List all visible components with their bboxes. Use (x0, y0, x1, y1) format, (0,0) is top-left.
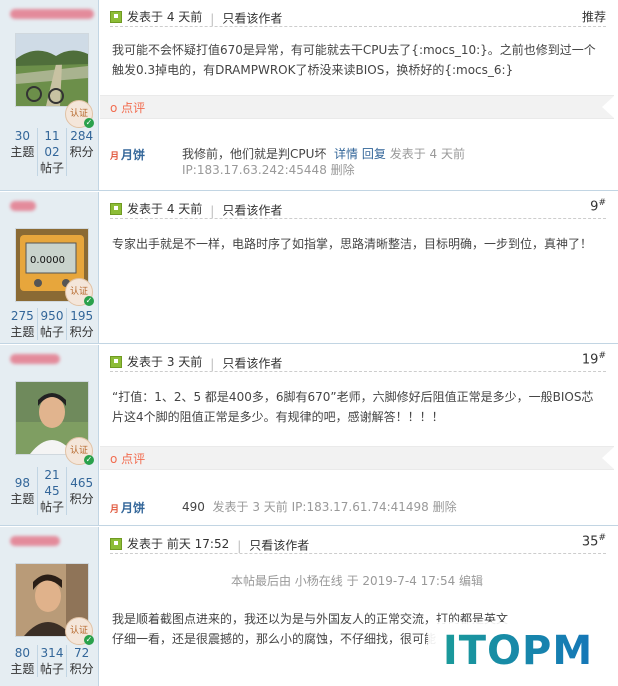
post-status-icon (110, 537, 122, 550)
stat-points[interactable]: 465 积分 (66, 467, 96, 515)
rate-bar: 点评 (100, 446, 614, 470)
stat-posts[interactable]: 950 帖子 (36, 308, 67, 340)
stat-threads[interactable]: 98 主题 (8, 467, 37, 515)
post-time: 发表于 前天 17:52 (110, 535, 229, 552)
post-content: 专家出手就是不一样，电路时序了如指掌，思路清晰整洁，目标明确，一步到位，真神了！ (112, 237, 593, 251)
header-divider (110, 371, 606, 372)
comment-meta: 发表于 3 天前 IP:183.17.61.74:41498 (212, 500, 429, 514)
post-header: 发表于 4 天前 | 只看该作者 推荐 (110, 8, 606, 26)
author-sidebar: 认证 ✓ 30 主题 1102 帖子 284 积分 (0, 0, 99, 190)
verified-badge-icon: 认证 ✓ (65, 437, 94, 465)
author-stats: 80 主题 314 帖子 72 积分 (8, 645, 96, 677)
post-3: 认证 ✓ 98 主题 2145 帖子 465 积分 发表于 3 天前 | 只看该作者… (0, 345, 618, 525)
avatar[interactable] (15, 33, 89, 107)
verified-badge-icon: 认证 ✓ (65, 617, 94, 645)
rate-link[interactable]: 点评 (110, 450, 145, 467)
stat-threads[interactable]: 30 主题 (8, 128, 37, 176)
verified-badge-icon: 认证 ✓ (65, 100, 94, 128)
stat-posts[interactable]: 2145 帖子 (36, 467, 67, 515)
stat-threads[interactable]: 275 主题 (8, 308, 37, 340)
author-stats: 30 主题 1102 帖子 284 积分 (8, 128, 96, 176)
stat-points[interactable]: 284 积分 (66, 128, 96, 176)
header-divider (110, 553, 606, 554)
edit-note: 本帖最后由 小杨在线 于 2019-7-4 17:54 编辑 (230, 574, 484, 588)
post-2: 0.0000 认证 ✓ 275 主题 950 帖子 195 积分 发表于 4 天… (0, 192, 618, 343)
author-stats: 98 主题 2145 帖子 465 积分 (8, 467, 96, 515)
verified-badge-icon: 认证 ✓ (65, 278, 94, 306)
meter-readout: 0.0000 (30, 255, 65, 266)
comment-user[interactable]: 月月饼 (110, 499, 145, 516)
post-status-icon (110, 202, 122, 215)
comment-reply-link[interactable]: 回复 (362, 147, 386, 161)
post-header: 发表于 4 天前 | 只看该作者 9# (110, 198, 606, 218)
author-only-link[interactable]: 只看该作者 (249, 539, 309, 553)
author-name-blurred[interactable] (10, 8, 96, 20)
post-content: 我可能不会怀疑打值670是异常，有可能就去干CPU去了{:mocs_10:}。之… (112, 43, 596, 77)
stat-points[interactable]: 72 积分 (66, 645, 96, 677)
author-name-blurred[interactable] (10, 200, 96, 212)
post-status-icon (110, 355, 122, 368)
post-status-icon (110, 10, 122, 23)
stat-posts[interactable]: 314 帖子 (36, 645, 67, 677)
floor-number[interactable]: 35# (582, 533, 606, 549)
author-sidebar: 0.0000 认证 ✓ 275 主题 950 帖子 195 积分 (0, 192, 99, 343)
comment-delete-link[interactable]: 删除 (433, 500, 457, 514)
post-main: 发表于 4 天前 | 只看该作者 9# 专家出手就是不一样，电路时序了如指掌，思路… (100, 192, 614, 343)
post-content: “打值：1、2、5 都是400多，6脚有670”老师，六脚修好后阻值正常是多少，… (112, 390, 594, 424)
author-name-blurred[interactable] (10, 353, 96, 365)
floor-label[interactable]: 推荐 (582, 8, 606, 25)
post-1: 认证 ✓ 30 主题 1102 帖子 284 积分 发表于 4 天前 | 只看该作者… (0, 0, 618, 190)
comment-detail-link[interactable]: 详情 (334, 147, 358, 161)
comment-text: 490 发表于 3 天前 IP:183.17.61.74:41498 删除 (182, 500, 457, 514)
post-main: 发表于 4 天前 | 只看该作者 推荐 我可能不会怀疑打值670是异常，有可能就去… (100, 0, 614, 190)
rate-bar: 点评 (100, 95, 614, 119)
header-divider (110, 218, 606, 219)
post-time: 发表于 4 天前 (110, 200, 202, 217)
author-stats: 275 主题 950 帖子 195 积分 (8, 308, 96, 340)
comment-user-icon: 月 (110, 152, 120, 162)
comment-user-icon: 月 (110, 505, 120, 515)
author-name-blurred[interactable] (10, 535, 96, 547)
stat-points[interactable]: 195 积分 (66, 308, 96, 340)
comment: 月月饼 我修前，他们就是判CPU坏 详情 回复 发表于 4 天前 IP:183.… (100, 140, 614, 180)
post-separator (0, 343, 618, 344)
author-sidebar: 认证 ✓ 80 主题 314 帖子 72 积分 (0, 527, 99, 686)
rate-link[interactable]: 点评 (110, 99, 145, 116)
header-divider (110, 26, 606, 27)
author-sidebar: 认证 ✓ 98 主题 2145 帖子 465 积分 (0, 345, 99, 525)
floor-number[interactable]: 19# (582, 351, 606, 367)
post-header: 发表于 前天 17:52 | 只看该作者 35# (110, 533, 606, 553)
comment-user[interactable]: 月月饼 (110, 146, 145, 163)
author-only-link[interactable]: 只看该作者 (222, 357, 282, 371)
author-only-link[interactable]: 只看该作者 (222, 12, 282, 26)
post-main: 发表于 3 天前 | 只看该作者 19# “打值：1、2、5 都是400多，6脚有… (100, 345, 614, 525)
watermark-logo: ITOPM (428, 622, 608, 680)
post-time: 发表于 4 天前 (110, 8, 202, 25)
post-separator (0, 525, 618, 526)
stat-posts[interactable]: 1102 帖子 (36, 128, 67, 176)
post-header: 发表于 3 天前 | 只看该作者 19# (110, 351, 606, 371)
floor-number[interactable]: 9# (590, 198, 606, 214)
author-only-link[interactable]: 只看该作者 (222, 204, 282, 218)
stat-threads[interactable]: 80 主题 (8, 645, 37, 677)
post-separator (0, 190, 618, 191)
comment-delete-link[interactable]: 删除 (331, 163, 355, 177)
post-time: 发表于 3 天前 (110, 353, 202, 370)
comment-text: 我修前，他们就是判CPU坏 详情 回复 发表于 4 天前 IP:183.17.6… (182, 147, 465, 177)
